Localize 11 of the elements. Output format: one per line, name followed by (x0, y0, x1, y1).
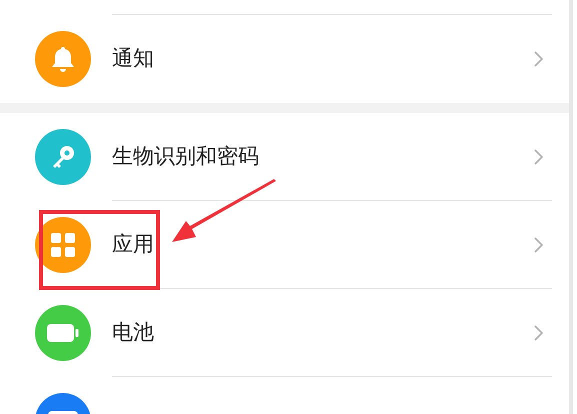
chevron-right-icon (534, 237, 543, 253)
settings-item-label[interactable]: 电池 (112, 317, 154, 349)
chevron-right-icon (534, 149, 543, 165)
bell-icon (50, 45, 76, 73)
settings-item-label[interactable]: 生物识别和密码 (112, 141, 259, 173)
settings-item-label[interactable]: 应用 (112, 229, 154, 261)
settings-item-label[interactable]: 通知 (112, 43, 154, 75)
chevron-right-icon (534, 51, 543, 67)
apps-grid-icon (50, 232, 76, 258)
battery-icon (47, 324, 79, 342)
chevron-right-icon (534, 325, 543, 341)
